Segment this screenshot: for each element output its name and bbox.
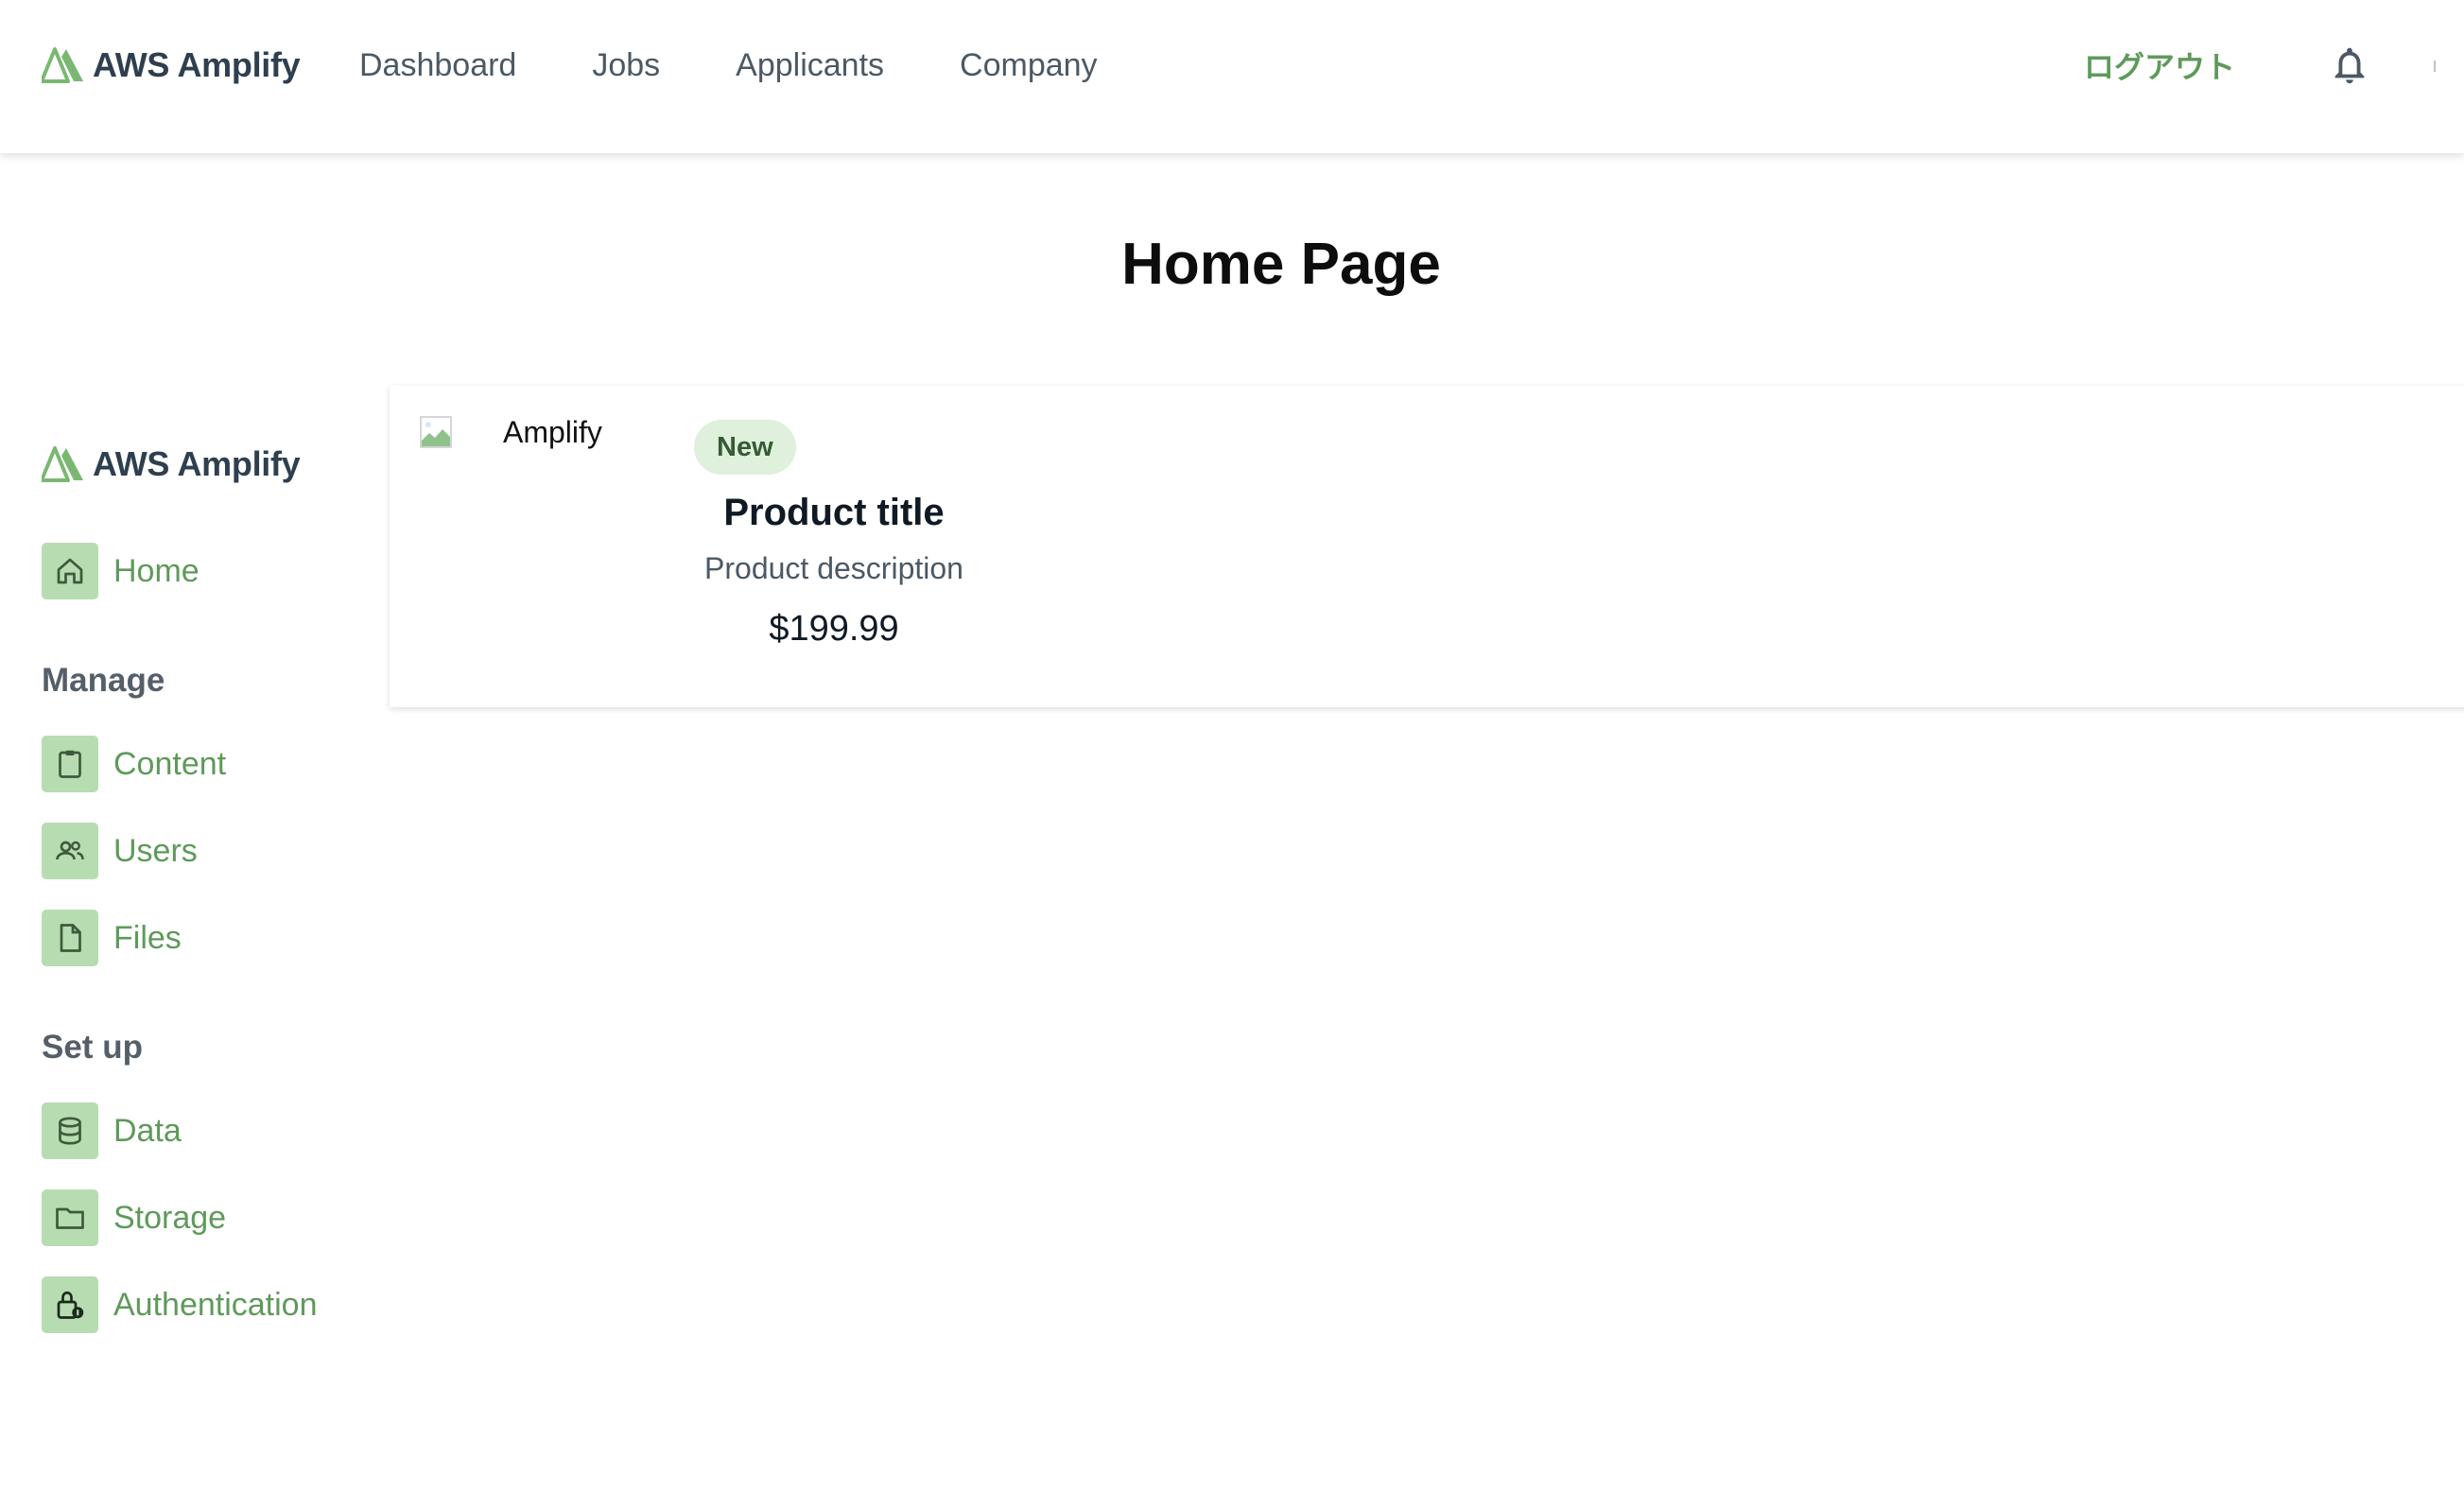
file-icon <box>42 910 98 966</box>
sidebar-item-home[interactable]: Home <box>42 543 200 599</box>
sidebar-section-setup: Set up <box>42 1029 143 1066</box>
sidebar-brand-logo[interactable]: AWS Amplify <box>42 442 301 486</box>
notifications-button[interactable] <box>2328 43 2371 87</box>
product-price: $199.99 <box>769 609 899 649</box>
sidebar-item-label: Users <box>113 832 198 869</box>
sidebar-item-label: Data <box>113 1112 182 1149</box>
folder-icon <box>42 1189 98 1246</box>
bell-icon <box>2334 47 2365 84</box>
top-navigation-bar: AWS Amplify Dashboard Jobs Applicants Co… <box>0 0 2464 153</box>
clipboard-icon <box>42 736 98 792</box>
sidebar-brand-name: AWS Amplify <box>93 444 301 483</box>
database-icon <box>42 1102 98 1159</box>
logout-button[interactable]: ログアウト <box>2084 43 2235 87</box>
aws-amplify-logo-icon <box>42 446 83 482</box>
sidebar-item-content[interactable]: Content <box>42 736 226 792</box>
product-card: Amplify New Product title Product descri… <box>390 386 2464 707</box>
brand-name: AWS Amplify <box>93 45 301 84</box>
nav-link-dashboard[interactable]: Dashboard <box>359 47 516 84</box>
sidebar-section-manage: Manage <box>42 662 165 699</box>
brand-logo-link[interactable]: AWS Amplify <box>42 43 301 87</box>
primary-nav: Dashboard Jobs Applicants Company <box>359 43 1173 87</box>
page-title: Home Page <box>1121 232 1441 297</box>
sidebar-item-label: Storage <box>113 1199 227 1236</box>
product-image-alt-text: Amplify <box>503 415 602 449</box>
sidebar-item-data[interactable]: Data <box>42 1102 182 1159</box>
aws-amplify-logo-icon <box>42 47 83 83</box>
broken-image-icon <box>420 416 452 448</box>
product-description: Product description <box>704 551 963 585</box>
product-details: New Product title Product description $1… <box>692 420 976 650</box>
product-image: Amplify <box>420 416 602 448</box>
sidebar-item-label: Content <box>113 745 227 782</box>
status-badge: New <box>694 420 796 475</box>
sidebar-item-files[interactable]: Files <box>42 910 182 966</box>
sidebar-item-storage[interactable]: Storage <box>42 1189 226 1246</box>
users-icon <box>42 823 98 879</box>
nav-link-company[interactable]: Company <box>960 47 1098 84</box>
overflow-divider <box>2434 61 2436 72</box>
sidebar-item-label: Files <box>113 919 182 956</box>
product-title: Product title <box>723 492 945 533</box>
sidebar-item-label: Home <box>113 552 200 589</box>
sidebar-item-users[interactable]: Users <box>42 823 198 879</box>
nav-link-jobs[interactable]: Jobs <box>592 47 660 84</box>
lock-icon <box>42 1276 98 1333</box>
nav-link-applicants[interactable]: Applicants <box>736 47 884 84</box>
home-icon <box>42 543 98 599</box>
sidebar-item-label: Authentication <box>113 1286 318 1323</box>
sidebar-item-authentication[interactable]: Authentication <box>42 1276 318 1333</box>
